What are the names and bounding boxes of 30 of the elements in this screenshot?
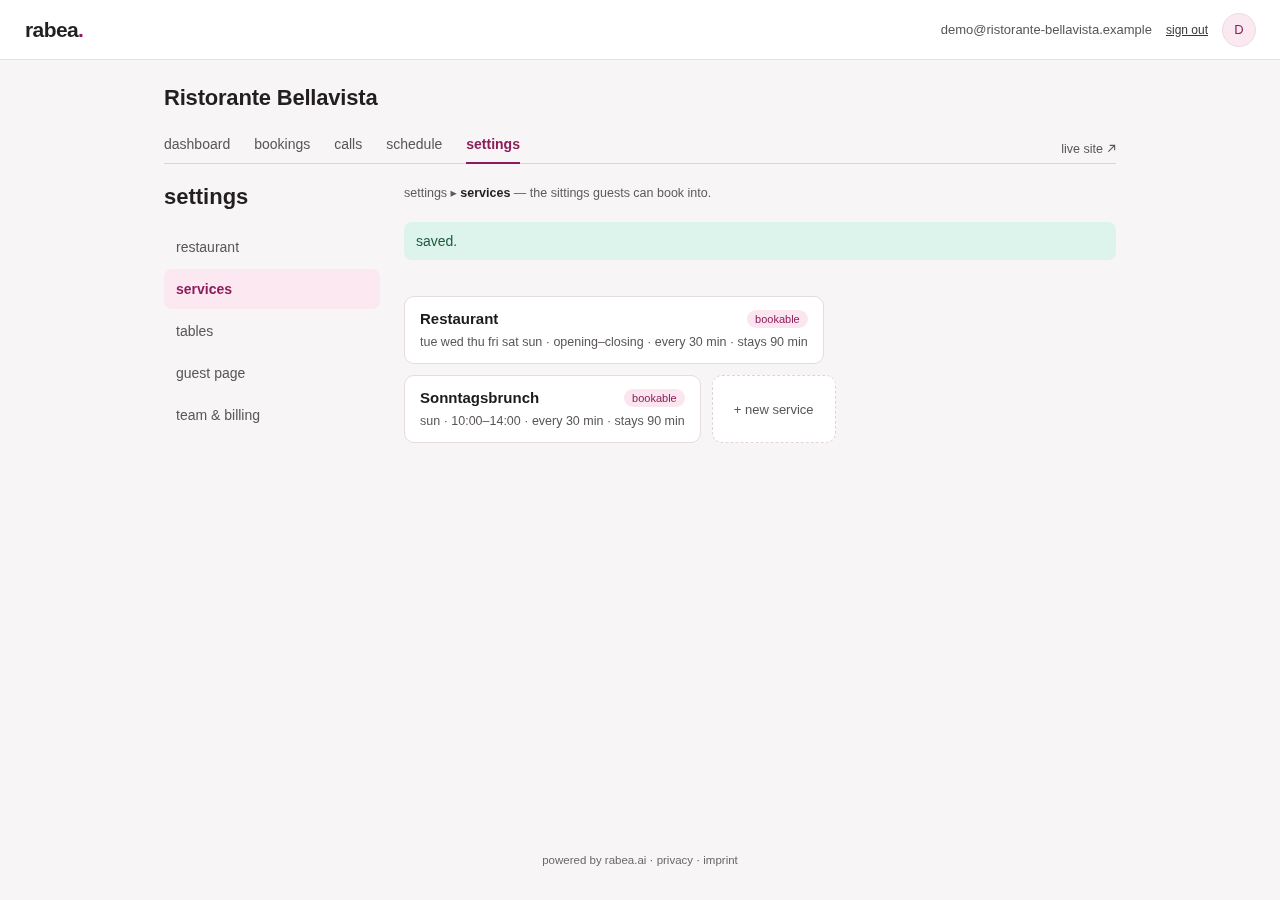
service-card[interactable]: Sonntagsbrunch bookable sun · 10:00–14:00 · every 30 min · stays 90 min [404,375,701,443]
sidebar-item[interactable]: team & billing [164,395,380,435]
status-badge: bookable [624,389,685,407]
sidebar-item[interactable]: services [164,269,380,309]
logo[interactable]: rabea. [25,17,84,42]
service-summary: sun · 10:00–14:00 · every 30 min · stays 90 min [420,413,685,430]
status-badge: bookable [747,310,808,328]
user-email: demo@ristorante-bellavista.example [940,22,1152,37]
sidebar-item[interactable]: guest page [164,353,380,393]
arrow-up-right-icon [1107,144,1116,153]
sidebar-title: settings [164,183,250,211]
service-name: Restaurant [420,309,499,329]
sidebar-item[interactable]: restaurant [164,227,380,267]
service-summary: tue wed thu fri sat sun · opening–closing · every 30 min · stays 90 min [420,334,808,351]
breadcrumb: settings ▸ services — the sittings guests can book into. [404,185,713,202]
sidebar-item[interactable]: tables [164,311,380,351]
sign-out-link[interactable]: sign out [1165,22,1208,37]
page-title: Ristorante Bellavista [164,84,379,112]
service-name: Sonntagsbrunch [420,388,540,408]
footer-text: powered by rabea.ai · privacy · imprint [542,854,738,866]
new-service-button[interactable]: + new service [711,375,836,443]
nav-tab[interactable]: schedule [386,132,443,164]
nav-tab[interactable]: calls [334,132,363,164]
avatar[interactable]: D [1222,12,1256,47]
nav-tab[interactable]: dashboard [164,132,231,164]
live-site-link[interactable]: live site [1061,139,1116,156]
success-alert: saved. [404,222,1116,260]
service-card[interactable]: Restaurant bookable tue wed thu fri sat sun · opening–closing · every 30 min · stays 90 min [404,296,824,364]
nav-tab[interactable]: bookings [254,132,311,164]
nav-tab[interactable]: settings [466,132,520,164]
